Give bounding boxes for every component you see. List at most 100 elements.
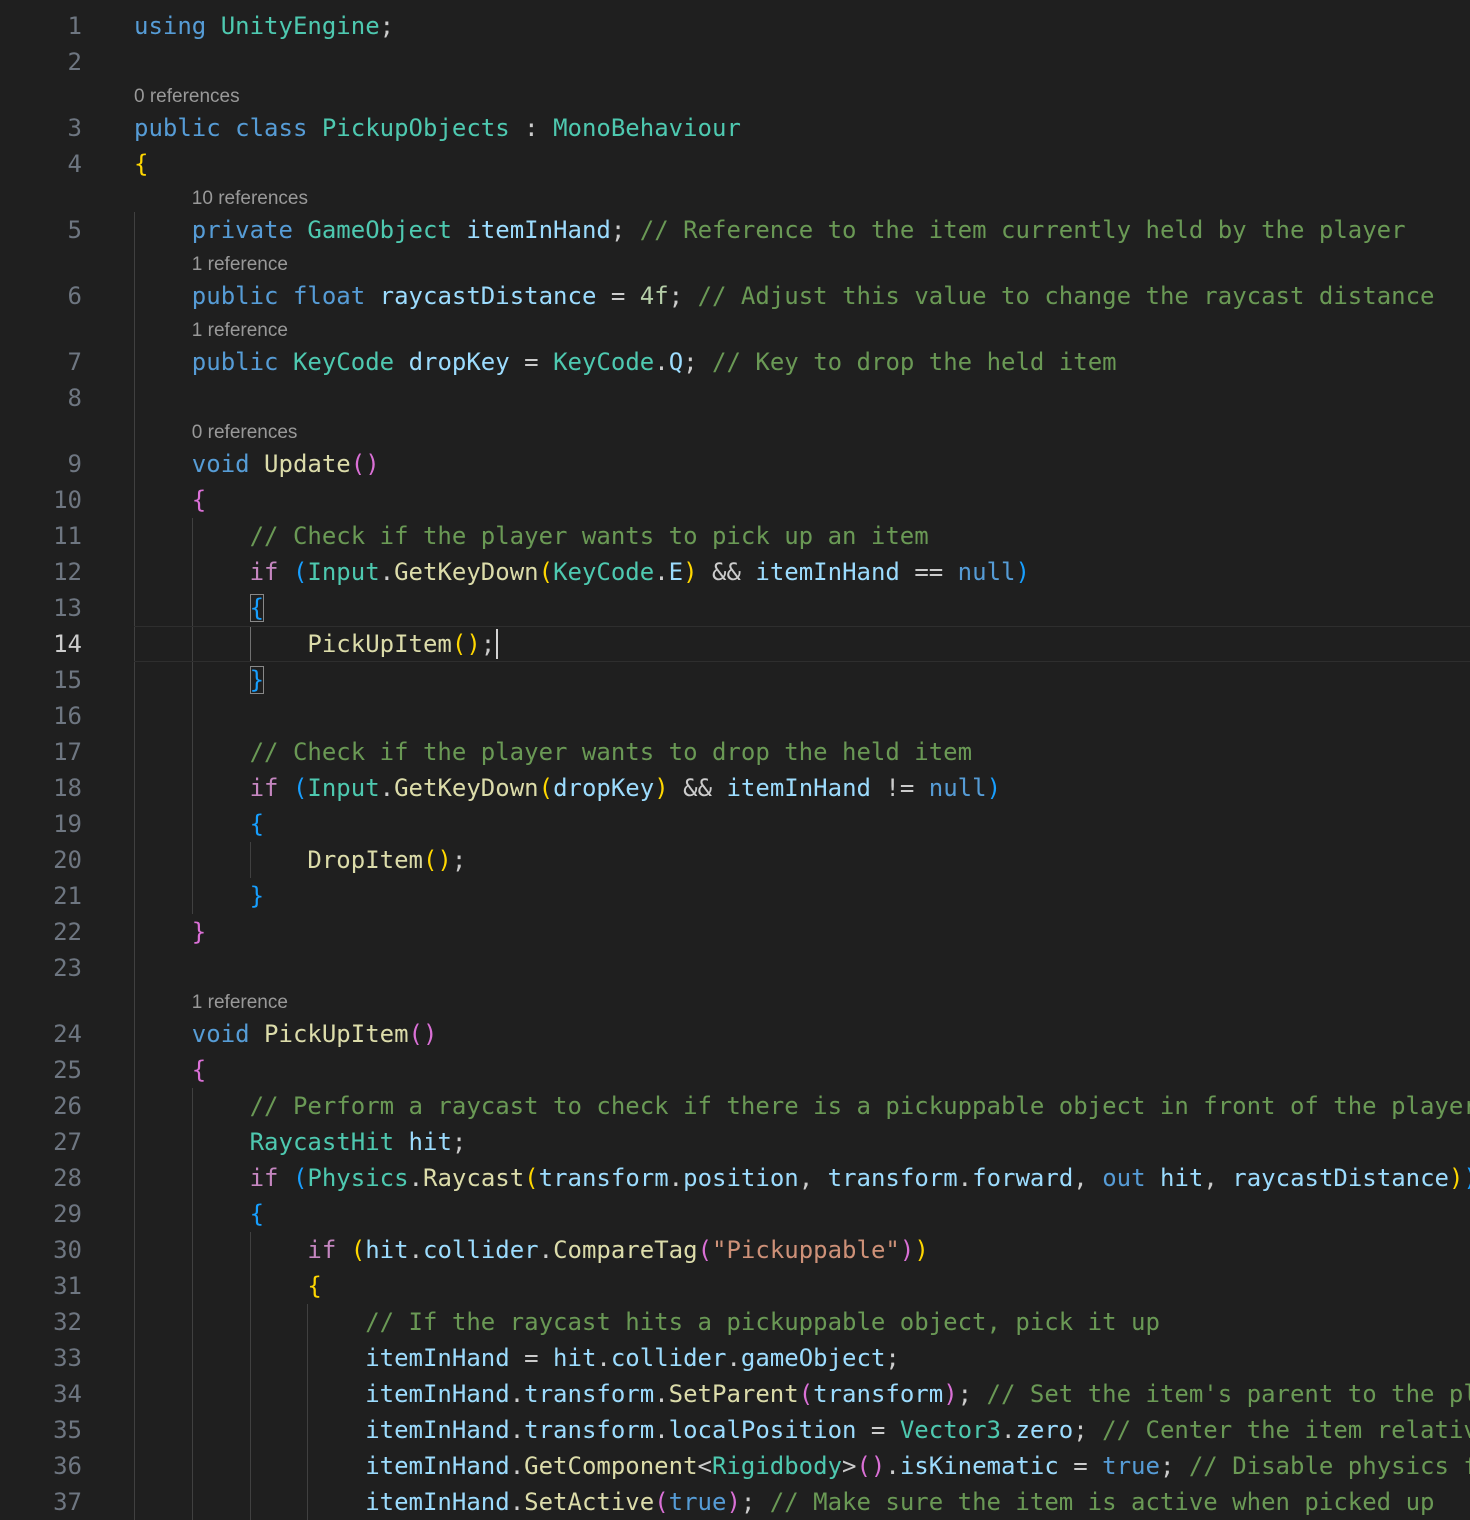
code-token: ( — [350, 1236, 366, 1264]
code-text[interactable]: { — [134, 806, 264, 842]
code-text[interactable]: // If the raycast hits a pickuppable obj… — [134, 1304, 1160, 1340]
code-text[interactable]: // Perform a raycast to check if there i… — [134, 1088, 1470, 1124]
code-line[interactable]: 21 } — [0, 878, 1470, 914]
codelens-references[interactable]: 0 references — [134, 82, 240, 112]
text-cursor — [496, 629, 499, 659]
code-line[interactable]: 8 — [0, 380, 1470, 416]
code-line[interactable]: 25 { — [0, 1052, 1470, 1088]
code-line[interactable]: 18 if (Input.GetKeyDown(dropKey) && item… — [0, 770, 1470, 806]
code-line[interactable]: 15 } — [0, 662, 1470, 698]
code-token: class — [235, 114, 308, 142]
code-line[interactable]: 1 using UnityEngine; — [0, 8, 1470, 44]
code-text[interactable]: RaycastHit hit; — [134, 1124, 467, 1160]
codelens-references[interactable]: 1 reference — [192, 316, 288, 346]
code-line[interactable]: 31 { — [0, 1268, 1470, 1304]
codelens-references[interactable]: 10 references — [192, 184, 308, 214]
code-text[interactable]: void PickUpItem() — [134, 1016, 438, 1052]
code-token: ; — [668, 282, 698, 310]
code-line[interactable]: 5 private GameObject itemInHand; // Refe… — [0, 212, 1470, 248]
code-text[interactable]: PickUpItem(); — [134, 626, 495, 662]
code-token: { — [191, 1056, 207, 1084]
code-line[interactable]: 36 itemInHand.GetComponent<Rigidbody>().… — [0, 1448, 1470, 1484]
code-line[interactable]: 17 // Check if the player wants to drop … — [0, 734, 1470, 770]
code-line[interactable]: 30 if (hit.collider.CompareTag("Pickuppa… — [0, 1232, 1470, 1268]
code-token: Vector3 — [899, 1416, 1001, 1444]
code-line[interactable]: 27 RaycastHit hit; — [0, 1124, 1470, 1160]
code-token: hit — [553, 1344, 597, 1372]
code-token: ; — [885, 1344, 900, 1372]
codelens-references[interactable]: 1 reference — [192, 250, 288, 280]
code-text[interactable]: void Update() — [134, 446, 380, 482]
code-line[interactable]: 26 // Perform a raycast to check if ther… — [0, 1088, 1470, 1124]
code-text[interactable]: itemInHand.transform.localPosition = Vec… — [134, 1412, 1470, 1448]
code-text[interactable]: DropItem(); — [134, 842, 466, 878]
code-token: . — [596, 1344, 611, 1372]
code-text[interactable]: { — [134, 146, 148, 182]
code-line[interactable]: 2 — [0, 44, 1470, 80]
code-line[interactable]: 28 if (Physics.Raycast(transform.positio… — [0, 1160, 1470, 1196]
code-line[interactable]: 37 itemInHand.SetActive(true); // Make s… — [0, 1484, 1470, 1520]
code-text[interactable]: { — [134, 590, 265, 626]
code-text[interactable]: { — [134, 482, 206, 518]
code-text[interactable]: using UnityEngine; — [134, 8, 394, 44]
code-line[interactable]: 3 public class PickupObjects : MonoBehavi… — [0, 110, 1470, 146]
code-text[interactable]: itemInHand.GetComponent<Rigidbody>().isK… — [134, 1448, 1470, 1484]
codelens-references[interactable]: 1 reference — [192, 988, 288, 1018]
line-number: 11 — [53, 522, 82, 550]
code-line[interactable]: 34 itemInHand.transform.SetParent(transf… — [0, 1376, 1470, 1412]
code-text[interactable]: public KeyCode dropKey = KeyCode.Q; // K… — [134, 344, 1117, 380]
code-line[interactable]: 22 } — [0, 914, 1470, 950]
line-number: 10 — [53, 486, 82, 514]
code-text[interactable]: itemInHand = hit.collider.gameObject; — [134, 1340, 900, 1376]
code-text[interactable]: { — [134, 1052, 206, 1088]
code-line[interactable]: 12 if (Input.GetKeyDown(KeyCode.E) && it… — [0, 554, 1470, 590]
code-token: dropKey — [408, 348, 510, 376]
code-text[interactable]: if (hit.collider.CompareTag("Pickuppable… — [134, 1232, 928, 1268]
code-line[interactable]: 19 { — [0, 806, 1470, 842]
code-text[interactable]: // Check if the player wants to drop the… — [134, 734, 972, 770]
code-line[interactable]: 16 — [0, 698, 1470, 734]
code-line[interactable]: 24 void PickUpItem() — [0, 1016, 1470, 1052]
code-text[interactable]: public class PickupObjects : MonoBehavio… — [134, 110, 741, 146]
code-text[interactable]: { — [134, 1196, 264, 1232]
code-text[interactable]: } — [134, 878, 264, 914]
code-text[interactable]: itemInHand.transform.SetParent(transform… — [134, 1376, 1470, 1412]
line-number: 30 — [53, 1236, 82, 1264]
code-text[interactable]: } — [134, 662, 265, 698]
line-number: 15 — [53, 666, 82, 694]
code-line[interactable]: 35 itemInHand.transform.localPosition = … — [0, 1412, 1470, 1448]
code-text[interactable]: if (Input.GetKeyDown(dropKey) && itemInH… — [134, 770, 1001, 806]
code-token: ; — [451, 846, 467, 874]
code-line[interactable]: 10 { — [0, 482, 1470, 518]
code-text[interactable]: { — [134, 1268, 321, 1304]
code-line[interactable]: 23 — [0, 950, 1470, 986]
code-token: void — [191, 450, 250, 478]
code-line[interactable]: 29 { — [0, 1196, 1470, 1232]
codelens-references[interactable]: 0 references — [192, 418, 298, 448]
code-text[interactable]: public float raycastDistance = 4f; // Ad… — [134, 278, 1435, 314]
code-line[interactable]: 33 itemInHand = hit.collider.gameObject; — [0, 1340, 1470, 1376]
code-token: private — [191, 216, 293, 244]
code-line[interactable]: 14 PickUpItem(); — [0, 626, 1470, 662]
code-token: . — [509, 1416, 525, 1444]
code-line[interactable]: 32 // If the raycast hits a pickuppable … — [0, 1304, 1470, 1340]
code-line[interactable]: 9 void Update() — [0, 446, 1470, 482]
code-text[interactable]: private GameObject itemInHand; // Refere… — [134, 212, 1406, 248]
code-text[interactable]: } — [134, 914, 206, 950]
code-line[interactable]: 7 public KeyCode dropKey = KeyCode.Q; //… — [0, 344, 1470, 380]
code-line[interactable]: 4{ — [0, 146, 1470, 182]
code-line[interactable]: 13 { — [0, 590, 1470, 626]
code-line[interactable]: 6 public float raycastDistance = 4f; // … — [0, 278, 1470, 314]
code-text[interactable]: if (Physics.Raycast(transform.position, … — [134, 1160, 1470, 1196]
code-text[interactable]: itemInHand.SetActive(true); // Make sure… — [134, 1484, 1434, 1520]
code-text[interactable]: if (Input.GetKeyDown(KeyCode.E) && itemI… — [134, 554, 1030, 590]
code-line[interactable]: 20 DropItem(); — [0, 842, 1470, 878]
code-text[interactable]: // Check if the player wants to pick up … — [134, 518, 929, 554]
code-line[interactable]: 11 // Check if the player wants to pick … — [0, 518, 1470, 554]
code-editor[interactable]: 1 using UnityEngine; 2 0 references 3 public … — [0, 0, 1470, 1520]
